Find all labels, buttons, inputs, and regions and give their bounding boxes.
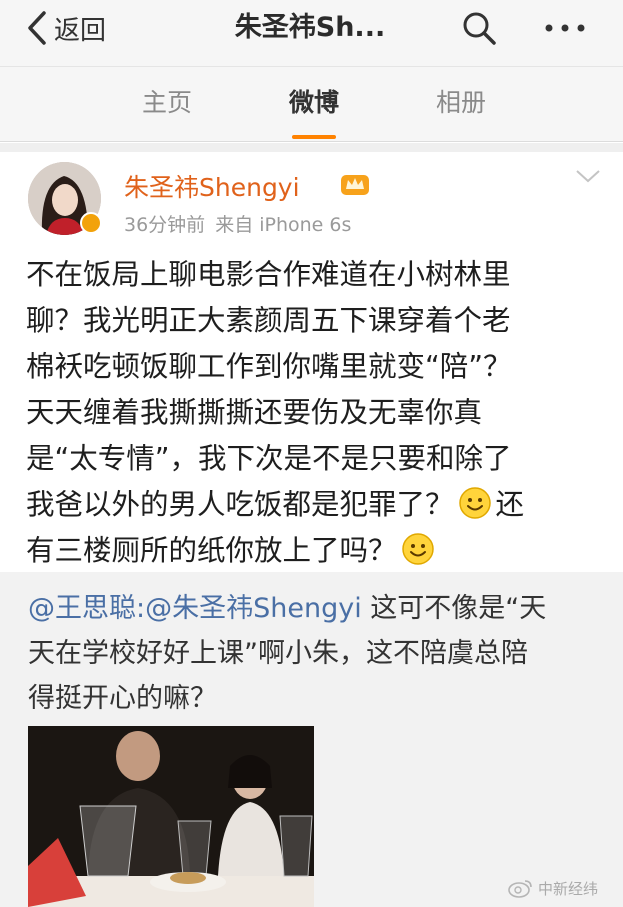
post-meta: 36分钟前 来自 iPhone 6s: [124, 210, 351, 237]
crown-badge-icon: [341, 175, 369, 195]
smile-emoji-icon: [458, 487, 491, 519]
profile-tab-bar: 主页 微博 相册: [0, 66, 623, 142]
repost-line: 天在学校好好上课”啊小朱，这不陪虞总陪: [28, 638, 528, 669]
weibo-logo-icon: [508, 880, 532, 898]
repost-body: @王思聪:@朱圣祎Shengyi 这可不像是“天 天在学校好好上课”啊小朱，这不…: [28, 586, 608, 721]
dinner-photo-image: [28, 726, 314, 907]
post-line: 天天缠着我撕撕撕还要伤及无辜你真: [26, 396, 483, 429]
active-tab-indicator: [292, 135, 336, 139]
tab-home[interactable]: 主页: [122, 83, 212, 119]
search-button[interactable]: [460, 9, 498, 47]
post-line: 聊？我光明正大素颜周五下课穿着个老: [26, 304, 511, 337]
search-icon: [463, 12, 496, 45]
repost-line: @王思聪:@朱圣祎Shengyi 这可不像是“天: [28, 586, 608, 631]
tab-album[interactable]: 相册: [416, 83, 506, 119]
post-line: 棉袄吃顿饭聊工作到你嘴里就变“陪”？: [26, 350, 512, 383]
post-time: 36分钟前: [124, 214, 206, 236]
post-line: 是“太专情”，我下次是不是只要和除了: [26, 442, 512, 475]
author-name[interactable]: 朱圣祎Shengyi: [124, 168, 300, 204]
post-line-text: 还: [495, 488, 525, 521]
tab-weibo[interactable]: 微博: [269, 83, 359, 119]
top-nav-bar: 返回 朱圣祎Sh...: [0, 0, 623, 66]
watermark-text: 中新经纬: [538, 879, 599, 898]
post-line: 不在饭局上聊电影合作难道在小树林里: [26, 258, 511, 291]
page-title: 朱圣祎Sh...: [234, 12, 386, 43]
chevron-down-icon[interactable]: [575, 168, 601, 184]
smile-emoji-icon: [401, 533, 434, 565]
post-line-text: 我爸以外的男人吃饭都是犯罪了？: [26, 488, 454, 521]
post-line-with-emoji: 有三楼厕所的纸你放上了吗？: [26, 528, 606, 574]
repost-line: 得挺开心的嘛？: [28, 683, 217, 714]
chevron-left-icon: [28, 11, 46, 45]
back-label: 返回: [54, 15, 107, 46]
back-button[interactable]: 返回: [26, 8, 106, 48]
post-line-text: 有三楼厕所的纸你放上了吗？: [26, 534, 397, 567]
repost-card[interactable]: @王思聪:@朱圣祎Shengyi 这可不像是“天 天在学校好好上课”啊小朱，这不…: [0, 572, 623, 907]
verified-badge-icon: [80, 212, 102, 234]
section-divider: [0, 143, 623, 152]
repost-line-text: 这可不像是“天: [361, 593, 547, 624]
post-line-with-emoji: 我爸以外的男人吃饭都是犯罪了？ 还: [26, 482, 606, 528]
more-button[interactable]: [542, 14, 588, 42]
post-source: 来自 iPhone 6s: [215, 214, 352, 236]
repost-photo[interactable]: [28, 726, 314, 907]
more-dots-icon: [545, 24, 585, 32]
mention-link[interactable]: @王思聪:@朱圣祎Shengyi: [28, 593, 362, 624]
watermark: 中新经纬: [508, 876, 598, 900]
post-body: 不在饭局上聊电影合作难道在小树林里 聊？我光明正大素颜周五下课穿着个老 棉袄吃顿…: [26, 252, 606, 574]
weibo-post: 朱圣祎Shengyi 36分钟前 来自 iPhone 6s 不在饭局上聊电影合作难…: [0, 152, 623, 572]
